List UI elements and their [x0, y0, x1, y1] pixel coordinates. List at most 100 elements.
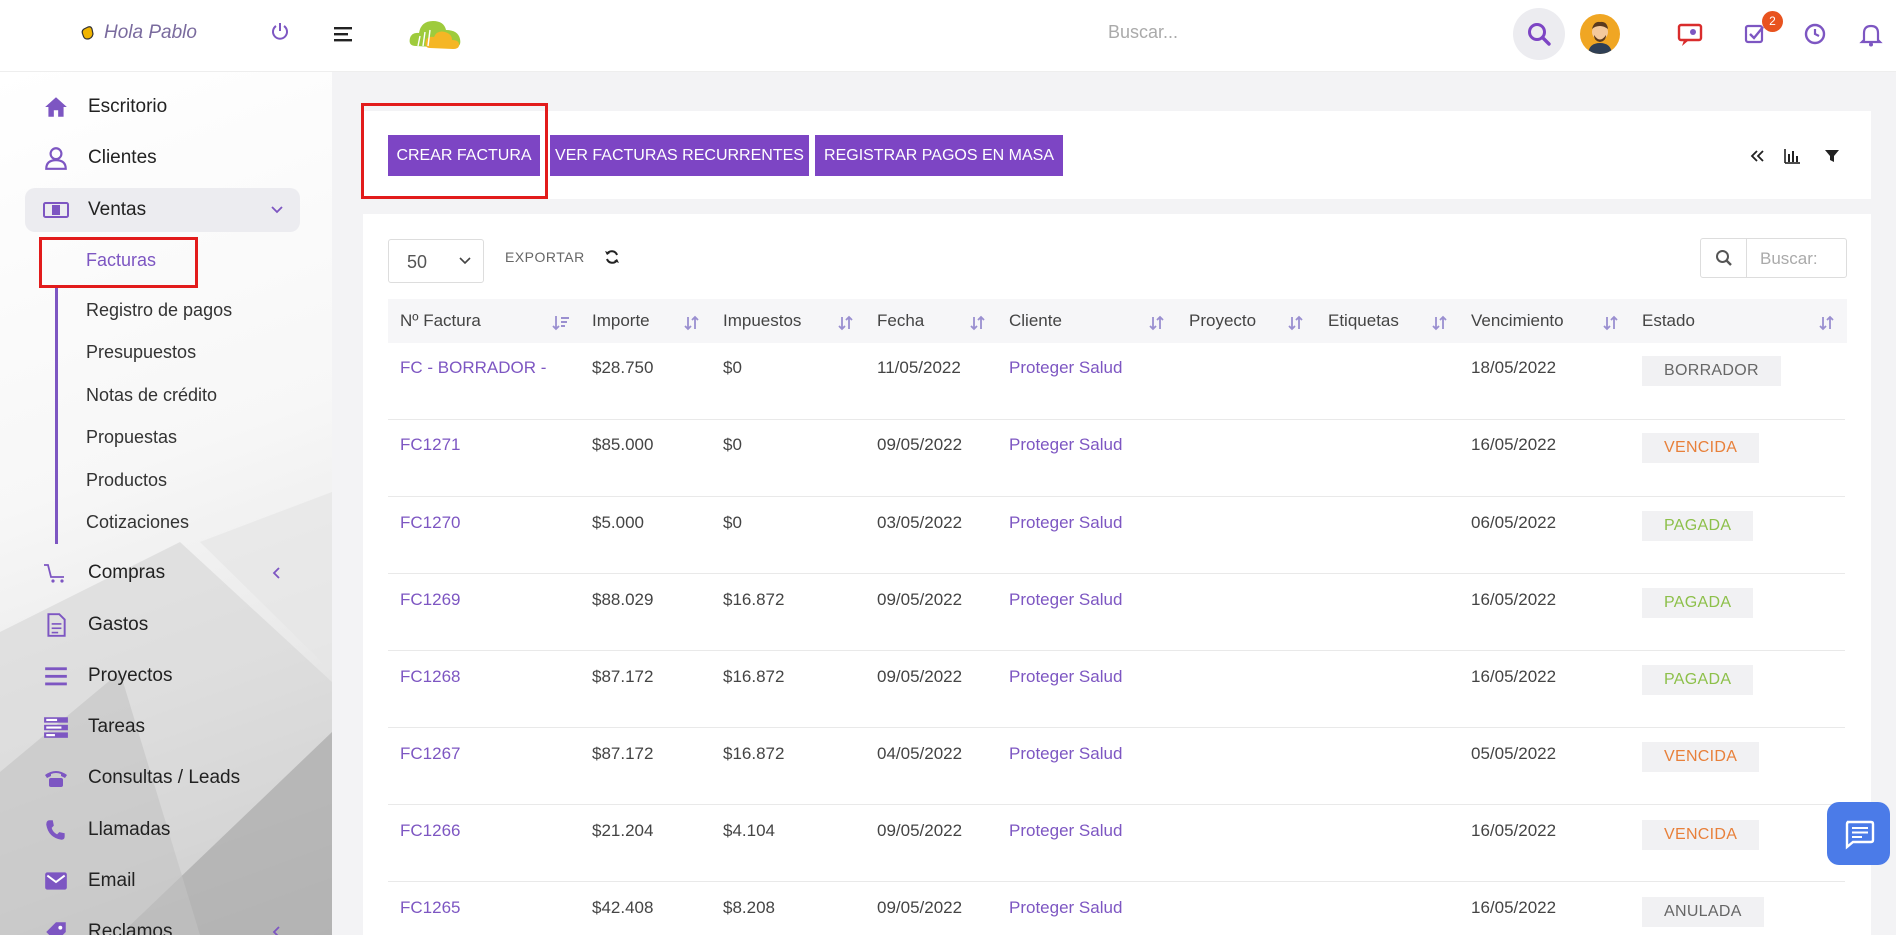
sidebar-item-reclamos[interactable]: Reclamos — [25, 910, 300, 935]
recurring-invoices-button[interactable]: VER FACTURAS RECURRENTES — [550, 135, 809, 176]
collapse-double-left-icon[interactable] — [1748, 147, 1766, 165]
export-button[interactable]: EXPORTAR — [505, 249, 585, 265]
col-header-vencimiento[interactable]: Vencimiento — [1471, 311, 1564, 331]
table-row — [388, 497, 1845, 574]
highlight-facturas — [39, 237, 198, 288]
col-header-etiquetas[interactable]: Etiquetas — [1328, 311, 1399, 331]
sidebar-item-gastos[interactable]: Gastos — [25, 603, 300, 647]
sidebar-item-label: Ventas — [88, 199, 147, 220]
sidebar-item-label: Clientes — [88, 147, 157, 168]
invoice-number-link[interactable]: FC1271 — [400, 435, 460, 455]
notifications-bell-icon[interactable] — [1857, 20, 1885, 48]
date: 09/05/2022 — [877, 435, 963, 454]
global-search-input[interactable]: Buscar... — [1108, 22, 1178, 43]
table-search-input[interactable]: Buscar: — [1760, 249, 1818, 269]
client-link[interactable]: Proteger Salud — [1009, 744, 1122, 764]
submenu-item-presupuestos[interactable]: Presupuestos — [86, 342, 196, 363]
sidebar-item-ventas[interactable]: Ventas — [25, 188, 300, 232]
submenu-item-productos[interactable]: Productos — [86, 470, 167, 491]
search-button[interactable] — [1513, 8, 1565, 60]
table-search[interactable]: Buscar: — [1700, 238, 1847, 278]
invoice-number-link[interactable]: FC1265 — [400, 898, 460, 918]
client-link[interactable]: Proteger Salud — [1009, 898, 1122, 918]
filter-icon[interactable] — [1823, 147, 1841, 165]
sidebar-item-clientes[interactable]: Clientes — [25, 136, 300, 180]
sidebar-item-email[interactable]: Email — [25, 859, 300, 903]
submenu-item-notas-credito[interactable]: Notas de crédito — [86, 385, 217, 406]
due-date: 18/05/2022 — [1471, 358, 1557, 377]
menu-toggle-icon[interactable] — [334, 25, 354, 43]
col-header-estado[interactable]: Estado — [1642, 311, 1695, 331]
sidebar-item-proyectos[interactable]: Proyectos — [25, 654, 300, 698]
refresh-icon[interactable] — [604, 249, 620, 265]
sidebar-item-escritorio[interactable]: Escritorio — [25, 85, 300, 129]
date: 11/05/2022 — [877, 358, 961, 377]
power-icon[interactable] — [270, 21, 290, 41]
col-header-proyecto[interactable]: Proyecto — [1189, 311, 1256, 331]
phone-call-icon — [46, 820, 65, 840]
submenu-item-propuestas[interactable]: Propuestas — [86, 427, 177, 448]
due-date: 16/05/2022 — [1471, 821, 1557, 840]
sort-icon[interactable] — [1431, 314, 1449, 332]
due-date: 06/05/2022 — [1471, 513, 1557, 532]
client-link[interactable]: Proteger Salud — [1009, 590, 1122, 610]
client-link[interactable]: Proteger Salud — [1009, 513, 1122, 533]
bulk-payments-button[interactable]: REGISTRAR PAGOS EN MASA — [815, 135, 1063, 176]
col-header-numero[interactable]: Nº Factura — [400, 311, 481, 331]
col-header-impuestos[interactable]: Impuestos — [723, 311, 801, 331]
date: 04/05/2022 — [877, 744, 963, 763]
sidebar-item-tareas[interactable]: Tareas — [25, 705, 300, 749]
sort-icon[interactable] — [969, 314, 987, 332]
sort-desc-icon[interactable] — [552, 314, 570, 332]
bar-chart-icon[interactable] — [1783, 147, 1801, 165]
invoice-number-link[interactable]: FC1269 — [400, 590, 460, 610]
sidebar-item-consultas-leads[interactable]: Consultas / Leads — [25, 756, 300, 800]
chat-support-icon[interactable] — [1676, 20, 1704, 48]
page-size-select[interactable]: 50 — [388, 239, 484, 283]
user-icon — [45, 147, 67, 170]
sort-icon[interactable] — [1818, 314, 1836, 332]
user-avatar[interactable] — [1580, 14, 1620, 54]
invoice-number-link[interactable]: FC1267 — [400, 744, 460, 764]
client-link[interactable]: Proteger Salud — [1009, 435, 1122, 455]
col-header-fecha[interactable]: Fecha — [877, 311, 924, 331]
sort-icon[interactable] — [1602, 314, 1620, 332]
chat-widget-button[interactable] — [1827, 802, 1890, 865]
brand-logo[interactable] — [408, 12, 463, 54]
amount: $85.000 — [592, 435, 654, 454]
invoice-number-link[interactable]: FC - BORRADOR - — [400, 358, 546, 378]
amount: $21.204 — [592, 821, 654, 840]
client-link[interactable]: Proteger Salud — [1009, 667, 1122, 687]
client-link[interactable]: Proteger Salud — [1009, 821, 1122, 841]
invoice-number-link[interactable]: FC1266 — [400, 821, 460, 841]
sidebar-item-label: Compras — [88, 562, 166, 583]
table-search-button[interactable] — [1701, 239, 1747, 277]
table-row — [388, 574, 1845, 651]
submenu-item-registro-pagos[interactable]: Registro de pagos — [86, 300, 232, 321]
due-date: 16/05/2022 — [1471, 590, 1557, 609]
chevron-down-icon — [271, 206, 283, 214]
chevron-left-icon — [272, 926, 280, 935]
sidebar-item-label: Proyectos — [88, 665, 173, 686]
invoice-number-link[interactable]: FC1268 — [400, 667, 460, 687]
highlight-create-invoice — [361, 103, 548, 199]
col-header-importe[interactable]: Importe — [592, 311, 650, 331]
invoice-number-link[interactable]: FC1270 — [400, 513, 460, 533]
sort-icon[interactable] — [683, 314, 701, 332]
money-icon — [43, 202, 69, 218]
sidebar-item-compras[interactable]: Compras — [25, 551, 300, 595]
date: 03/05/2022 — [877, 513, 963, 532]
status-badge: VENCIDA — [1642, 742, 1760, 772]
sort-icon[interactable] — [1148, 314, 1166, 332]
submenu-item-cotizaciones[interactable]: Cotizaciones — [86, 512, 189, 533]
tag-icon — [46, 922, 66, 935]
sort-icon[interactable] — [837, 314, 855, 332]
sidebar-item-llamadas[interactable]: Llamadas — [25, 808, 300, 852]
sort-icon[interactable] — [1287, 314, 1305, 332]
table-row — [388, 651, 1845, 728]
client-link[interactable]: Proteger Salud — [1009, 358, 1122, 378]
phone-desk-icon — [45, 771, 67, 787]
avatar-face-icon — [1588, 21, 1612, 54]
col-header-cliente[interactable]: Cliente — [1009, 311, 1062, 331]
clock-icon[interactable] — [1801, 20, 1829, 48]
